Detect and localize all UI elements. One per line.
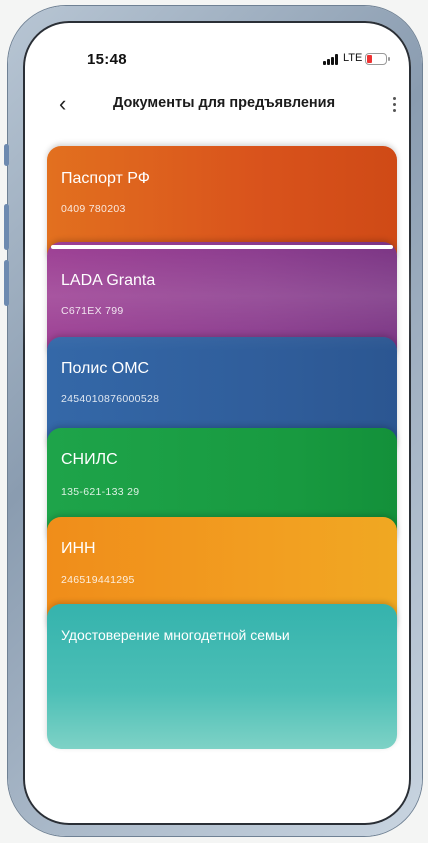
battery-icon	[365, 53, 390, 65]
document-number: 135-621-133 29	[61, 486, 140, 498]
document-number: 246519441295	[61, 574, 135, 586]
status-bar: 15:48 LTE	[23, 21, 411, 81]
document-name: Удостоверение многодетной семьи	[61, 627, 290, 643]
phone-frame: 15:48 LTE ‹ Документы для предъявления П…	[4, 6, 422, 836]
volume-up-button	[4, 204, 9, 250]
document-name: Паспорт РФ	[61, 170, 150, 187]
document-card-large-family[interactable]: Удостоверение многодетной семьи	[47, 604, 397, 749]
card-highlight	[51, 245, 393, 249]
document-number: 2454010876000528	[61, 393, 160, 405]
signal-icon	[323, 54, 339, 65]
document-name: LADA Granta	[61, 272, 156, 289]
document-number: С671ЕХ 799	[61, 305, 124, 317]
document-name: Полис ОМС	[61, 360, 150, 377]
more-vertical-icon[interactable]	[393, 97, 397, 115]
network-type: LTE	[343, 52, 363, 64]
status-time: 15:48	[87, 51, 127, 68]
document-name: ИНН	[61, 540, 96, 557]
page-title: Документы для предъявления	[112, 95, 336, 111]
screen: 15:48 LTE ‹ Документы для предъявления П…	[23, 21, 411, 825]
header: ‹ Документы для предъявления	[23, 87, 411, 127]
volume-down-button	[4, 260, 9, 306]
document-number: 0409 780203	[61, 203, 126, 215]
mute-switch	[4, 144, 9, 166]
document-name: СНИЛС	[61, 451, 118, 468]
